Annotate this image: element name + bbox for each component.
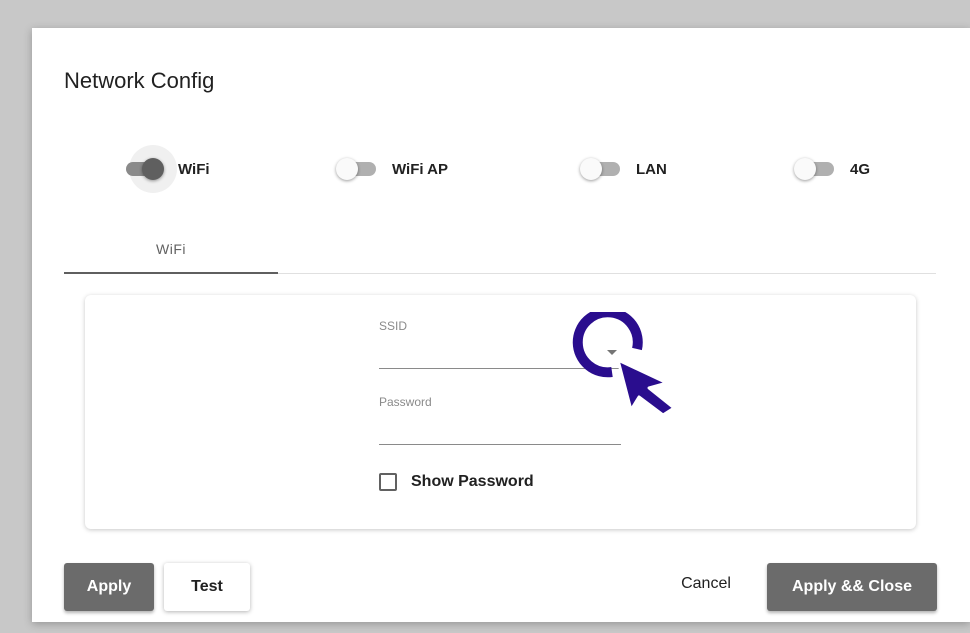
password-underline <box>379 444 621 445</box>
dialog-title: Network Config <box>64 68 215 93</box>
apply-button[interactable]: Apply <box>64 563 154 611</box>
network-config-dialog: Network Config WiFi WiFi AP LAN 4G WiFi <box>32 28 970 622</box>
password-input[interactable] <box>379 427 621 443</box>
show-password-option[interactable]: Show Password <box>379 473 534 491</box>
pointer-arrow <box>616 358 676 416</box>
toggle-thumb <box>794 158 816 180</box>
toggle-label-lan: LAN <box>636 160 667 178</box>
show-password-checkbox[interactable] <box>379 473 397 491</box>
toggle-switch-wifi[interactable] <box>122 145 177 193</box>
toggle-label-4g: 4G <box>850 160 871 178</box>
toggle-switch-wifi-ap[interactable] <box>336 154 382 184</box>
toggle-lan[interactable]: LAN <box>580 154 667 184</box>
apply-close-button[interactable]: Apply && Close <box>767 563 937 611</box>
tab-wifi[interactable]: WiFi <box>64 224 278 274</box>
click-ring-icon <box>572 312 643 378</box>
toggle-switch-lan[interactable] <box>580 154 626 184</box>
cancel-button[interactable]: Cancel <box>664 560 748 608</box>
active-tab-indicator <box>64 272 278 274</box>
wifi-settings-card: SSID Password Show Password <box>85 295 916 529</box>
test-button[interactable]: Test <box>164 563 250 611</box>
toggle-label-wifi-ap: WiFi AP <box>392 160 448 178</box>
cursor-arrow-icon <box>572 312 676 416</box>
toggle-thumb <box>142 158 164 180</box>
toggle-thumb <box>336 158 358 180</box>
toggle-4g[interactable]: 4G <box>794 154 870 184</box>
show-password-label: Show Password <box>411 473 534 490</box>
tab-bar: WiFi <box>64 224 936 274</box>
toggle-switch-4g[interactable] <box>794 154 840 184</box>
toggle-wifi[interactable]: WiFi <box>122 145 210 193</box>
toggle-label-wifi: WiFi <box>178 160 210 178</box>
toggle-wifi-ap[interactable]: WiFi AP <box>336 154 448 184</box>
toggle-thumb <box>580 158 602 180</box>
